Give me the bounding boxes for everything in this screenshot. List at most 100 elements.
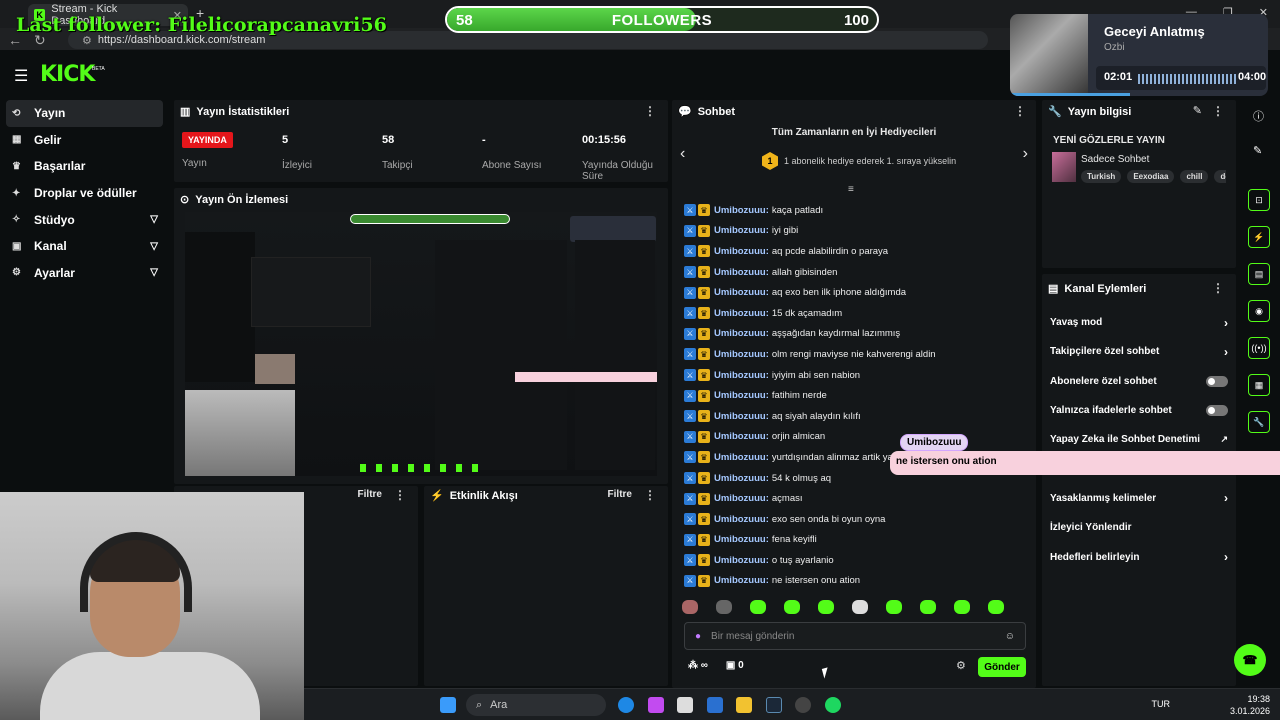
chat-username[interactable]: Umibozuuu: bbox=[714, 390, 769, 401]
rail-wrench-icon[interactable]: 🔧 bbox=[1248, 411, 1270, 433]
channel-actions-icon: ▤ bbox=[1048, 283, 1059, 295]
sidebar-item-kanal[interactable]: ▣ Kanal ▽ bbox=[0, 233, 170, 260]
chat-username[interactable]: Umibozuuu: bbox=[714, 308, 769, 319]
outlook-icon[interactable] bbox=[707, 697, 723, 713]
emote[interactable] bbox=[988, 600, 1004, 614]
chat-username[interactable]: Umibozuuu: bbox=[714, 473, 769, 484]
emote[interactable] bbox=[682, 600, 698, 614]
chat-username[interactable]: Umibozuuu: bbox=[714, 431, 769, 442]
rail-bolt-icon[interactable]: ⚡ bbox=[1248, 226, 1270, 248]
stats-more-icon[interactable]: ⋮ bbox=[644, 104, 656, 118]
rail-target-icon[interactable]: ⊡ bbox=[1248, 189, 1270, 211]
emote[interactable] bbox=[784, 600, 800, 614]
bolt-icon: ⚡ bbox=[430, 490, 444, 502]
start-icon[interactable] bbox=[440, 697, 456, 713]
menu-icon[interactable]: ☰ bbox=[14, 66, 28, 86]
emote[interactable] bbox=[954, 600, 970, 614]
sidebar-item-basarilar[interactable]: ♛ Başarılar bbox=[0, 153, 170, 180]
chat-username[interactable]: Umibozuuu: bbox=[714, 555, 769, 566]
chevron-left-icon[interactable]: ‹ bbox=[680, 145, 685, 163]
chat-username[interactable]: Umibozuuu: bbox=[714, 575, 769, 586]
chat-text: 54 k olmuş aq bbox=[771, 472, 832, 484]
microphone-icon[interactable]: ● bbox=[695, 631, 701, 642]
action-slow-mode[interactable]: Yavaş mod › bbox=[1042, 308, 1236, 337]
emotes-only-toggle[interactable] bbox=[1206, 405, 1228, 417]
gifters-text: 1 abonelik hediye ederek 1. sıraya yükse… bbox=[784, 156, 957, 166]
chat-username[interactable]: Umibozuuu: bbox=[714, 246, 769, 257]
pencil-icon[interactable]: ✎ bbox=[1253, 144, 1262, 157]
chevron-right-icon[interactable]: › bbox=[1023, 145, 1028, 163]
emote[interactable] bbox=[920, 600, 936, 614]
chat-more-icon[interactable]: ⋮ bbox=[1014, 104, 1026, 118]
kick-logo[interactable]: KICK bbox=[40, 62, 95, 87]
emoji-icon[interactable]: ☺ bbox=[1005, 631, 1015, 642]
chat-username[interactable]: Umibozuuu: bbox=[714, 225, 769, 236]
sidebar-item-gelir[interactable]: ▦ Gelir bbox=[0, 127, 170, 154]
report-more-icon[interactable]: ⋮ bbox=[394, 488, 406, 502]
subscribers-only-toggle[interactable] bbox=[1206, 375, 1228, 387]
chat-username[interactable]: Umibozuuu: bbox=[714, 287, 769, 298]
crown-badge-icon: ♛ bbox=[698, 348, 710, 361]
sidebar-item-yayin[interactable]: ⟲ Yayın bbox=[6, 100, 163, 127]
rail-document-icon[interactable]: ▤ bbox=[1248, 263, 1270, 285]
store-icon[interactable] bbox=[677, 697, 693, 713]
chat-username[interactable]: Umibozuuu: bbox=[714, 205, 769, 216]
folder-icon[interactable] bbox=[736, 697, 752, 713]
rail-chat-icon[interactable]: ◉ bbox=[1248, 300, 1270, 322]
chat-input[interactable]: ● Bir mesaj gönderin ☺ bbox=[684, 622, 1026, 650]
chart-icon: ▥ bbox=[180, 106, 191, 118]
points-icon: ▣ bbox=[725, 660, 736, 671]
chat-username[interactable]: Umibozuuu: bbox=[714, 328, 769, 339]
copilot-icon[interactable] bbox=[648, 697, 664, 713]
infinity-icon[interactable]: ⁂ ∞ bbox=[688, 660, 708, 671]
chat-username[interactable]: Umibozuuu: bbox=[714, 534, 769, 545]
chat-username[interactable]: Umibozuuu: bbox=[714, 267, 769, 278]
chat-username[interactable]: Umibozuuu: bbox=[714, 493, 769, 504]
tag: chill bbox=[1180, 170, 1209, 183]
stat-live-label: Yayın bbox=[182, 158, 207, 169]
sidebar-item-studyo[interactable]: ✧ Stüdyo ▽ bbox=[0, 206, 170, 233]
emote[interactable] bbox=[818, 600, 834, 614]
emote[interactable] bbox=[750, 600, 766, 614]
activity-more-icon[interactable]: ⋮ bbox=[644, 488, 656, 502]
chat-input-placeholder: Bir mesaj gönderin bbox=[711, 630, 795, 642]
emote[interactable] bbox=[716, 600, 732, 614]
info-more-icon[interactable]: ⋮ bbox=[1212, 104, 1224, 118]
chat-settings-icon[interactable]: ⚙ bbox=[956, 659, 966, 672]
report-filter-button[interactable]: Filtre bbox=[358, 489, 382, 500]
edit-icon[interactable]: ✎ bbox=[1193, 104, 1202, 117]
action-followers-only[interactable]: Takipçilere özel sohbet › bbox=[1042, 337, 1236, 366]
sidebar-item-droplar[interactable]: ✦ Droplar ve ödüller bbox=[0, 180, 170, 207]
action-goals[interactable]: Hedefleri belirleyin › bbox=[1042, 542, 1236, 571]
crown-badge-icon: ♛ bbox=[698, 513, 710, 526]
activity-filter-button[interactable]: Filtre bbox=[608, 489, 632, 500]
language-indicator[interactable]: TUR bbox=[1152, 699, 1171, 709]
emote[interactable] bbox=[852, 600, 868, 614]
action-raid[interactable]: İzleyici Yönlendir bbox=[1042, 513, 1236, 542]
chat-message: ⚔ ♛ Umibozuuu: açması bbox=[684, 488, 1034, 509]
chat-username[interactable]: Umibozuuu: bbox=[714, 452, 769, 463]
chat-username[interactable]: Umibozuuu: bbox=[714, 514, 769, 525]
edge-icon[interactable] bbox=[618, 697, 634, 713]
spotify-icon[interactable] bbox=[825, 697, 841, 713]
sidebar-item-ayarlar[interactable]: ⚙ Ayarlar ▽ bbox=[0, 260, 170, 287]
taskbar-search[interactable]: ⌕ Ara bbox=[466, 694, 606, 716]
clock[interactable]: 19:38 3.01.2026 bbox=[1230, 693, 1270, 717]
chat-username[interactable]: Umibozuuu: bbox=[714, 370, 769, 381]
send-button[interactable]: Gönder bbox=[978, 657, 1026, 677]
stream-preview-video[interactable] bbox=[185, 212, 657, 476]
filter-icon[interactable]: ≡ bbox=[848, 184, 854, 195]
actions-more-icon[interactable]: ⋮ bbox=[1212, 281, 1224, 295]
steam-icon[interactable] bbox=[766, 697, 782, 713]
action-banned-words[interactable]: Yasaklanmış kelimeler › bbox=[1042, 484, 1236, 513]
help-chat-icon[interactable]: ☎ bbox=[1234, 644, 1266, 676]
points-display[interactable]: ▣ 0 bbox=[726, 660, 744, 671]
stream-title: YENİ GÖZLERLE YAYIN bbox=[1053, 135, 1165, 146]
emote[interactable] bbox=[886, 600, 902, 614]
obs-icon[interactable] bbox=[795, 697, 811, 713]
rail-broadcast-icon[interactable]: ((•)) bbox=[1248, 337, 1270, 359]
info-icon[interactable]: ⓘ bbox=[1253, 108, 1264, 124]
rail-layout-icon[interactable]: ▦ bbox=[1248, 374, 1270, 396]
chat-username[interactable]: Umibozuuu: bbox=[714, 349, 769, 360]
chat-username[interactable]: Umibozuuu: bbox=[714, 411, 769, 422]
